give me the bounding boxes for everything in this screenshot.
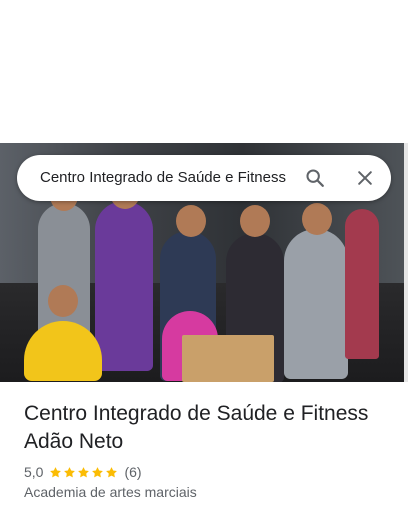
photo-person [284, 229, 348, 379]
search-icon-glyph [306, 169, 324, 187]
close-icon[interactable] [350, 163, 380, 193]
search-icon[interactable] [300, 163, 330, 193]
search-input[interactable]: Centro Integrado de Saúde e Fitness [40, 155, 304, 201]
star-icon [78, 466, 90, 477]
rating-row[interactable]: 5,0 (6) [24, 462, 142, 482]
scrollbar[interactable] [404, 143, 408, 382]
search-bar[interactable]: Centro Integrado de Saúde e Fitness [17, 155, 391, 201]
star-icon [92, 466, 104, 477]
photo-wooden-box [182, 335, 274, 382]
top-blank-area [0, 0, 408, 143]
rating-stars [49, 466, 119, 479]
photo-person-head [240, 205, 270, 237]
photo-person-head [176, 205, 206, 237]
photo-person [345, 209, 379, 359]
close-icon-glyph [358, 171, 372, 185]
photo-person [95, 201, 153, 371]
rating-value: 5,0 [24, 464, 44, 480]
photo-person-head [48, 285, 78, 317]
star-icon [106, 466, 118, 477]
photo-person-head [302, 203, 332, 235]
place-title: Centro Integrado de Saúde e Fitness Adão… [24, 402, 369, 453]
review-count[interactable]: (6) [124, 464, 141, 480]
star-icon [64, 466, 76, 477]
place-category[interactable]: Academia de artes marciais [24, 484, 197, 500]
star-icon [50, 466, 62, 477]
